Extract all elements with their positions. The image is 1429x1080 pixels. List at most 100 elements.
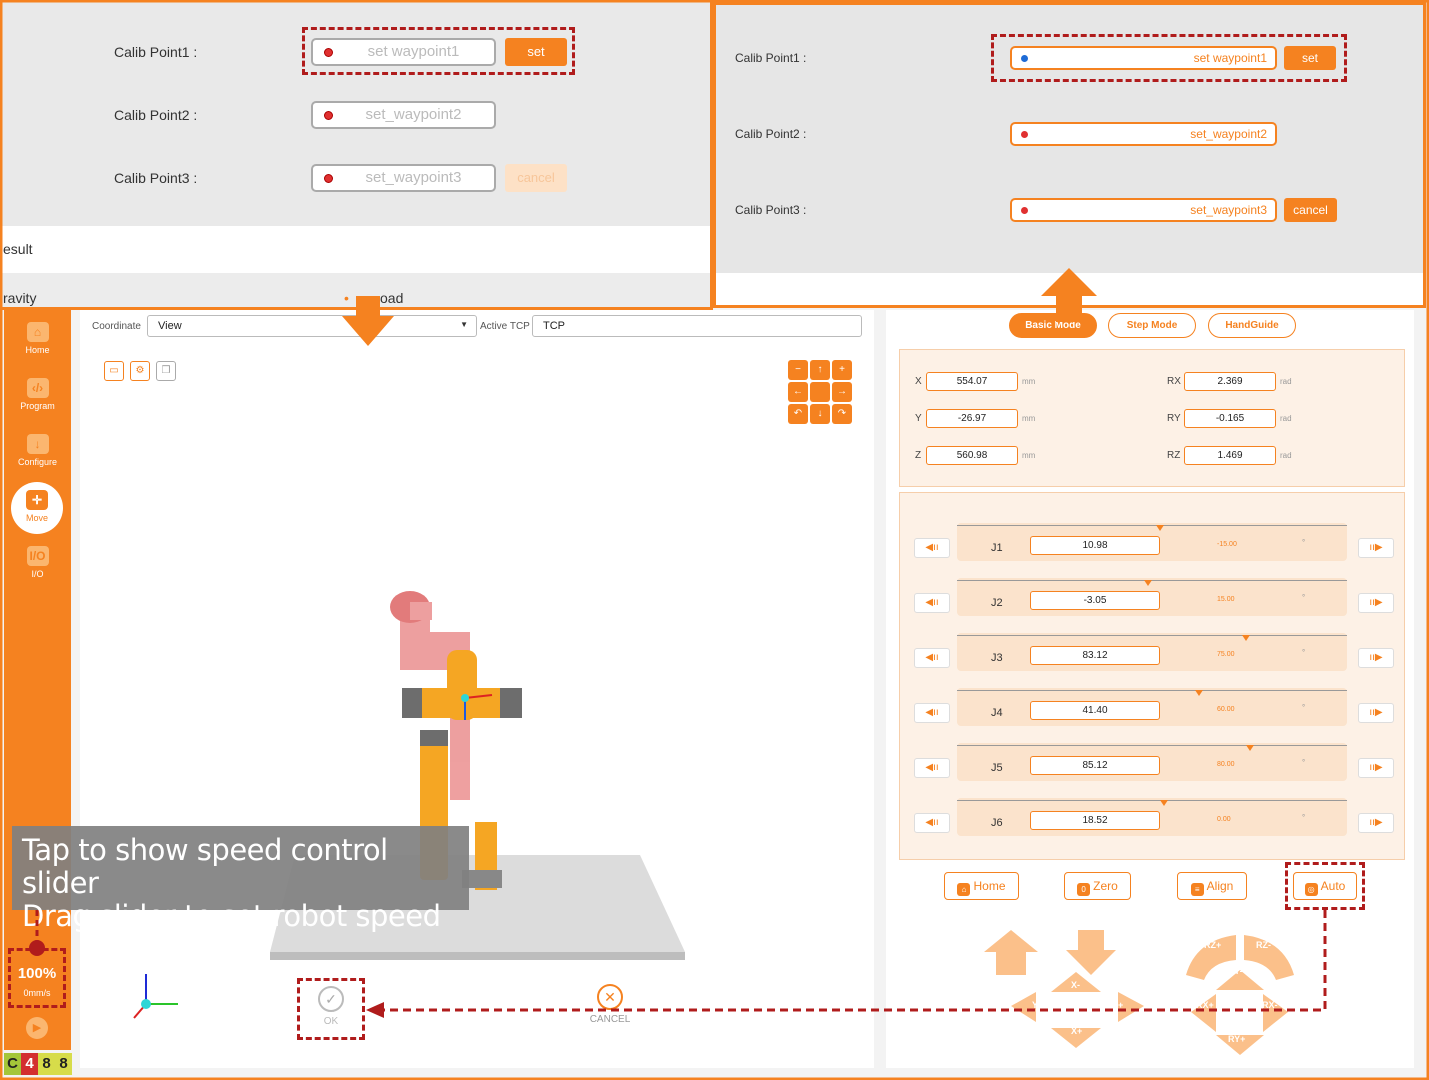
jog-j5-plus-button[interactable]: ıı▶ (1358, 758, 1394, 778)
calib-point2-field[interactable]: set_waypoint2 (311, 101, 496, 129)
jog-j4-minus-button[interactable]: ◀ıı (914, 703, 950, 723)
result-row: esult (0, 226, 710, 273)
pose-x-field[interactable]: 554.07 (926, 372, 1018, 391)
calib-screenshot-before: Calib Point1 : set waypoint1 set Calib P… (0, 0, 713, 310)
joint-slider-j5[interactable]: J5 85.12 80.00 ° (957, 743, 1347, 781)
status-error-icon (1021, 131, 1028, 138)
slider-marker (1245, 745, 1254, 751)
joint-unit: ° (1302, 758, 1306, 767)
jog-j6-plus-button[interactable]: ıı▶ (1358, 813, 1394, 833)
calib-point3-field-after[interactable]: set_waypoint3 (1010, 198, 1277, 222)
joint-slider-j1[interactable]: J1 10.98 -15.00 ° (957, 523, 1347, 561)
jog-j1-minus-button[interactable]: ◀ıı (914, 538, 950, 558)
joint-target: 15.00 (1217, 596, 1235, 603)
motion-panel: Basic Mode Step Mode HandGuide X 554.07 … (886, 310, 1414, 1068)
joint-slider-j2[interactable]: J2 -3.05 15.00 ° (957, 578, 1347, 616)
slider-marker (1241, 635, 1250, 641)
sidebar: ⌂ Home ‹/› Program ↓ Configure ✛ Move I/… (4, 310, 71, 1050)
joint-target: 0.00 (1217, 816, 1231, 823)
jog-z-plus[interactable] (984, 930, 1038, 975)
jog-j2-plus-button[interactable]: ıı▶ (1358, 593, 1394, 613)
slider-line (957, 800, 1347, 801)
home-pose-button[interactable]: ⌂ Home (944, 872, 1019, 900)
align-icon: ≡ (1190, 883, 1204, 896)
gravity-row: ravity • oad (0, 273, 710, 307)
joint-slider-j6[interactable]: J6 18.52 0.00 ° (957, 798, 1347, 836)
joint-value-field[interactable]: 83.12 (1030, 646, 1160, 665)
slider-marker (1159, 800, 1168, 806)
zero-pose-button[interactable]: 0 Zero (1064, 872, 1131, 900)
slider-marker (1155, 525, 1164, 531)
calib-cancel-button-after[interactable]: cancel (1284, 198, 1337, 222)
ok-button[interactable]: ✓ OK (297, 978, 365, 1040)
align-button[interactable]: ≡ Align (1177, 872, 1247, 900)
sidebar-item-configure[interactable]: ↓ Configure (4, 434, 71, 486)
close-icon: ✕ (597, 984, 623, 1010)
jog-j3-plus-button[interactable]: ıı▶ (1358, 648, 1394, 668)
play-icon: ▶ (32, 1022, 42, 1034)
jog-j3-minus-button[interactable]: ◀ıı (914, 648, 950, 668)
joint-row-j6: ◀ıı J6 18.52 0.00 ° ıı▶ (914, 798, 1394, 836)
sidebar-item-io[interactable]: I/O I/O (4, 546, 71, 598)
speed-percent: 100% (17, 965, 57, 982)
speed-tooltip: Tap to show speed control slider Drag sl… (12, 826, 469, 933)
calib-point2-field-after[interactable]: set_waypoint2 (1010, 122, 1277, 146)
auto-button[interactable]: ◎ Auto (1293, 872, 1357, 900)
calib-point3-field[interactable]: set_waypoint3 (311, 164, 496, 192)
jog-j5-minus-button[interactable]: ◀ıı (914, 758, 950, 778)
joint-slider-j4[interactable]: J4 41.40 60.00 ° (957, 688, 1347, 726)
calib-screenshot-after: Calib Point1 : set waypoint1 set Calib P… (713, 2, 1426, 308)
auto-icon: ◎ (1304, 883, 1318, 896)
status-error-icon (324, 174, 333, 183)
download-icon: ↓ (26, 434, 49, 454)
pose-rz-field[interactable]: 1.469 (1184, 446, 1276, 465)
pose-ry-field[interactable]: -0.165 (1184, 409, 1276, 428)
speed-control-button[interactable]: 100% 0mm/s (8, 948, 66, 1008)
joint-value-field[interactable]: 10.98 (1030, 536, 1160, 555)
tab-handguide[interactable]: HandGuide (1208, 313, 1296, 338)
play-button[interactable]: ▶ (26, 1017, 48, 1039)
jog-j4-plus-button[interactable]: ıı▶ (1358, 703, 1394, 723)
cancel-button[interactable]: ✕ CANCEL (580, 982, 640, 1034)
joint-control-box: ◀ıı J1 10.98 -15.00 ° ıı▶ ◀ıı J2 -3.05 15.00 ° ıı▶ ◀… (899, 492, 1405, 860)
tutorial-page: ⌂ Home ‹/› Program ↓ Configure ✛ Move I/… (0, 0, 1429, 1080)
build-tag: C 4 8 8 (4, 1053, 72, 1075)
jog-j6-minus-button[interactable]: ◀ıı (914, 813, 950, 833)
calib-cancel-button[interactable]: cancel (505, 164, 567, 192)
jog-j1-plus-button[interactable]: ıı▶ (1358, 538, 1394, 558)
joint-value-field[interactable]: 41.40 (1030, 701, 1160, 720)
payload-radio-icon[interactable]: • (344, 273, 349, 307)
joint-value-field[interactable]: 18.52 (1030, 811, 1160, 830)
robot-shoulder-cap (402, 688, 422, 718)
slider-line (957, 525, 1347, 526)
robot-scene (133, 591, 685, 1019)
joint-value-field[interactable]: -3.05 (1030, 591, 1160, 610)
jog-j2-minus-button[interactable]: ◀ıı (914, 593, 950, 613)
base-plate-edge (270, 952, 685, 960)
pose-z-field[interactable]: 560.98 (926, 446, 1018, 465)
check-icon: ✓ (318, 986, 344, 1012)
jog-z-minus[interactable] (1066, 930, 1116, 975)
joint-target: -15.00 (1217, 541, 1237, 548)
robot-elbow-cap (420, 730, 448, 746)
pose-rx-field[interactable]: 2.369 (1184, 372, 1276, 391)
pose-y-field[interactable]: -26.97 (926, 409, 1018, 428)
robot-wrist (447, 650, 477, 720)
code-icon: ‹/› (26, 378, 49, 398)
joint-row-j3: ◀ıı J3 83.12 75.00 ° ıı▶ (914, 633, 1394, 671)
world-origin (141, 999, 151, 1009)
joint-value-field[interactable]: 85.12 (1030, 756, 1160, 775)
tab-step-mode[interactable]: Step Mode (1108, 313, 1196, 338)
sidebar-item-move[interactable]: ✛ Move (11, 482, 63, 534)
sidebar-item-program[interactable]: ‹/› Program (4, 378, 71, 430)
zero-pose-icon: 0 (1077, 883, 1091, 896)
sidebar-item-home[interactable]: ⌂ Home (4, 322, 71, 374)
io-icon: I/O (26, 546, 49, 566)
joint-unit: ° (1302, 813, 1306, 822)
joint-target: 80.00 (1217, 761, 1235, 768)
home-pose-icon: ⌂ (957, 883, 971, 896)
joint-slider-j3[interactable]: J3 83.12 75.00 ° (957, 633, 1347, 671)
joint-unit: ° (1302, 593, 1306, 602)
tab-basic-mode[interactable]: Basic Mode (1009, 313, 1097, 338)
set-highlight-right (991, 34, 1347, 82)
